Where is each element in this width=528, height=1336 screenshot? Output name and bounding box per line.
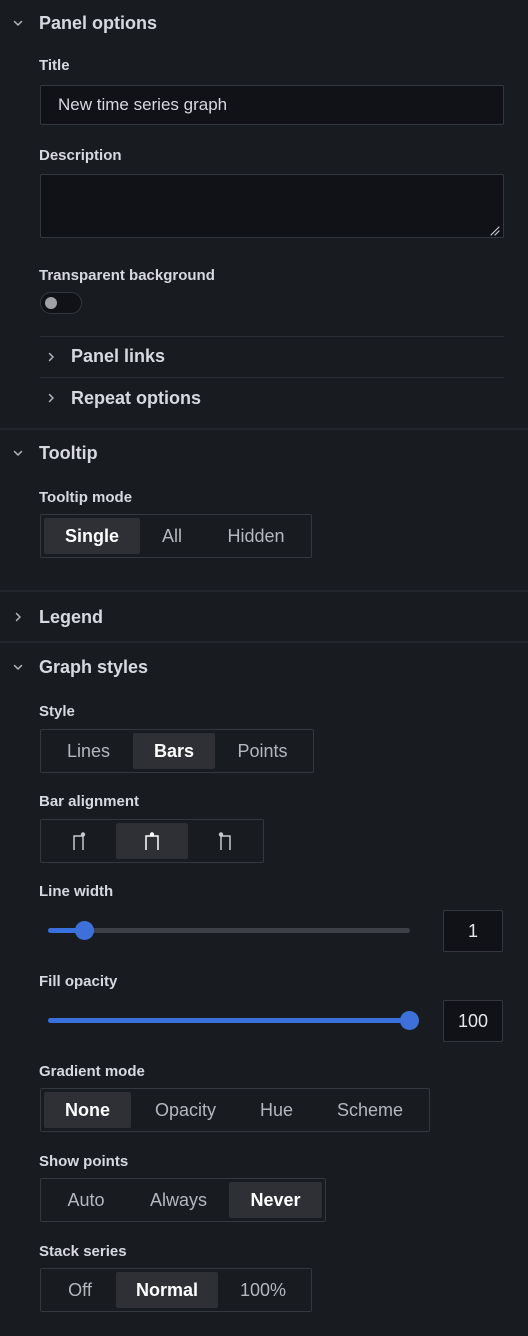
toggle-knob (45, 297, 57, 309)
fill-opacity-input[interactable]: 100 (443, 1000, 503, 1042)
slider-handle[interactable] (74, 921, 94, 940)
tooltip-mode-hidden[interactable]: Hidden (204, 518, 308, 554)
chevron-down-icon (10, 659, 26, 675)
section-title: Tooltip (39, 443, 98, 463)
divider (40, 336, 504, 337)
gradient-mode-hue[interactable]: Hue (240, 1092, 313, 1128)
title-label: Title (39, 57, 70, 74)
style-lines[interactable]: Lines (44, 733, 133, 769)
slider-handle[interactable] (400, 1011, 419, 1030)
transparent-background-toggle[interactable] (40, 292, 82, 314)
style-bars[interactable]: Bars (133, 733, 215, 769)
section-divider (0, 590, 528, 592)
section-title: Graph styles (39, 657, 149, 677)
gradient-mode-opacity[interactable]: Opacity (131, 1092, 240, 1128)
fill-opacity-slider[interactable] (48, 1011, 419, 1030)
description-textarea[interactable] (40, 174, 504, 238)
slider-fill (48, 1018, 410, 1023)
bar-align-center-icon[interactable] (116, 823, 188, 859)
fill-opacity-label: Fill opacity (39, 973, 118, 990)
stack-series-100[interactable]: 100% (218, 1272, 308, 1308)
style-radio-group: Lines Bars Points (40, 729, 314, 773)
stack-series-label: Stack series (39, 1243, 127, 1260)
bar-align-before-icon[interactable] (44, 823, 116, 859)
transparent-background-label: Transparent background (39, 267, 215, 284)
section-title: Panel options (39, 13, 158, 33)
gradient-mode-label: Gradient mode (39, 1063, 145, 1080)
gradient-mode-radio-group: None Opacity Hue Scheme (40, 1088, 430, 1132)
repeat-options-title: Repeat options (71, 388, 202, 408)
bar-align-after-icon[interactable] (188, 823, 260, 859)
style-points[interactable]: Points (215, 733, 310, 769)
panel-options-header[interactable]: Panel options (0, 3, 528, 43)
resize-handle-icon[interactable] (489, 223, 500, 236)
section-divider (0, 428, 528, 430)
show-points-label: Show points (39, 1153, 129, 1170)
repeat-options-header[interactable]: Repeat options (40, 381, 504, 415)
show-points-always[interactable]: Always (128, 1182, 229, 1218)
tooltip-header[interactable]: Tooltip (0, 433, 528, 473)
description-label: Description (39, 147, 122, 164)
line-width-label: Line width (39, 883, 114, 900)
section-divider (0, 641, 528, 643)
gradient-mode-scheme[interactable]: Scheme (313, 1092, 427, 1128)
line-width-input[interactable]: 1 (443, 910, 503, 952)
legend-header[interactable]: Legend (0, 597, 528, 637)
stack-series-off[interactable]: Off (44, 1272, 116, 1308)
chevron-down-icon (10, 15, 26, 31)
title-input[interactable]: New time series graph (40, 85, 504, 125)
stack-series-normal[interactable]: Normal (116, 1272, 218, 1308)
style-label: Style (39, 703, 75, 720)
section-title: Legend (39, 607, 104, 627)
line-width-slider[interactable] (48, 921, 410, 940)
panel-links-header[interactable]: Panel links (40, 340, 504, 374)
chevron-right-icon (43, 349, 59, 365)
tooltip-mode-single[interactable]: Single (44, 518, 140, 554)
bar-alignment-radio-group (40, 819, 264, 863)
show-points-auto[interactable]: Auto (44, 1182, 128, 1218)
show-points-never[interactable]: Never (229, 1182, 322, 1218)
gradient-mode-none[interactable]: None (44, 1092, 131, 1128)
chevron-right-icon (43, 390, 59, 406)
panel-links-title: Panel links (71, 346, 166, 366)
bar-alignment-label: Bar alignment (39, 793, 140, 810)
stack-series-radio-group: Off Normal 100% (40, 1268, 312, 1312)
divider (40, 377, 504, 378)
tooltip-mode-label: Tooltip mode (39, 489, 133, 506)
tooltip-mode-all[interactable]: All (140, 518, 204, 554)
tooltip-mode-radio-group: Single All Hidden (40, 514, 312, 558)
show-points-radio-group: Auto Always Never (40, 1178, 326, 1222)
graph-styles-header[interactable]: Graph styles (0, 647, 528, 687)
chevron-down-icon (10, 445, 26, 461)
chevron-right-icon (10, 609, 26, 625)
